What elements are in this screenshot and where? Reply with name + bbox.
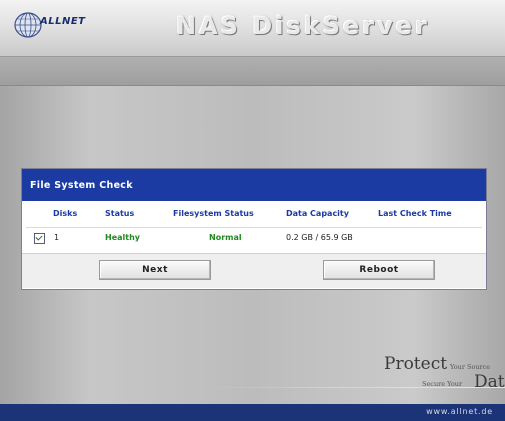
app-title: NAS DiskServer <box>176 12 430 40</box>
brand-name: ALLNET <box>40 16 86 27</box>
cell-filesystem-status: Normal <box>209 233 242 242</box>
column-data-capacity: Data Capacity <box>286 209 349 218</box>
header: ALLNET NAS DiskServer <box>0 0 505 57</box>
column-last-check-time: Last Check Time <box>378 209 452 218</box>
panel-title: File System Check <box>30 180 133 191</box>
slogan: Protect Your Source Secure Your Data <box>384 354 505 398</box>
button-row: Next Reboot <box>22 253 486 288</box>
slogan-secure-your: Secure Your <box>422 380 463 388</box>
column-filesystem-status: Filesystem Status <box>173 209 254 218</box>
footer: www.allnet.de <box>0 404 505 421</box>
slogan-data: Data <box>474 372 505 392</box>
column-status: Status <box>105 209 135 218</box>
footer-url[interactable]: www.allnet.de <box>426 407 493 416</box>
header-divider <box>26 227 482 228</box>
panel-header: File System Check <box>22 169 486 201</box>
column-disks: Disks <box>53 209 78 218</box>
table-row: 1 Healthy Normal 0.2 GB / 65.9 GB <box>22 233 486 249</box>
nav-band <box>0 57 505 86</box>
file-system-check-panel: File System Check Disks Status Filesyste… <box>21 168 487 290</box>
slogan-protect: Protect <box>384 354 448 374</box>
cell-status: Healthy <box>105 233 140 242</box>
table-header: Disks Status Filesystem Status Data Capa… <box>22 209 486 225</box>
next-button[interactable]: Next <box>99 260 211 280</box>
slogan-your-source: Your Source <box>450 363 491 371</box>
disk-checkbox[interactable] <box>34 233 45 244</box>
cell-disk: 1 <box>54 233 60 242</box>
page: ALLNET NAS DiskServer File System Check … <box>0 0 505 421</box>
reboot-button[interactable]: Reboot <box>323 260 435 280</box>
cell-data-capacity: 0.2 GB / 65.9 GB <box>286 233 353 242</box>
